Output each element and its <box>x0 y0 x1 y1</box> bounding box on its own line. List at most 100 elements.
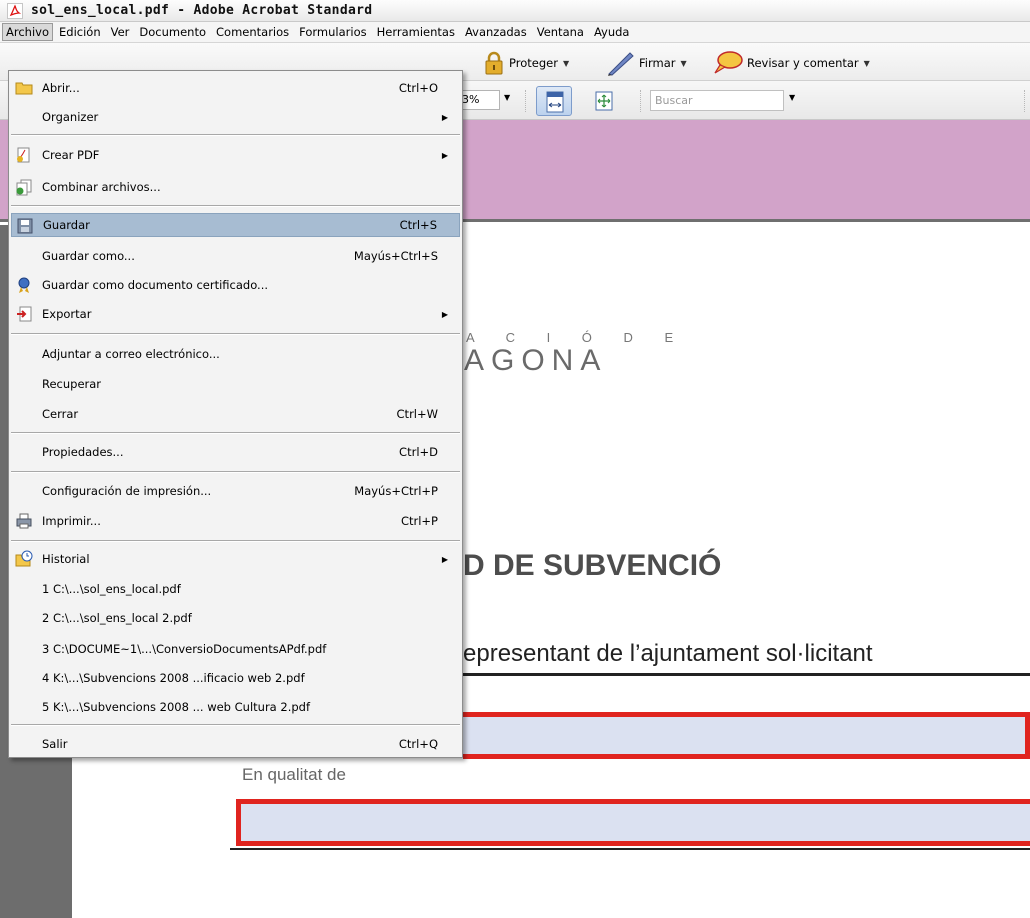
zoom-dropdown-icon[interactable]: ▼ <box>504 93 510 102</box>
menu-item-abrir[interactable]: Abrir... Ctrl+O <box>11 76 460 100</box>
menu-archivo[interactable]: Archivo <box>2 23 53 41</box>
submenu-arrow-icon: ▶ <box>441 150 448 160</box>
menu-separator <box>11 134 460 136</box>
menu-item-recent-3[interactable]: 3 C:\DOCUME~1\...\ConversioDocumentsAPdf… <box>11 637 460 661</box>
menu-separator <box>11 471 460 473</box>
acrobat-pdf-icon <box>7 2 23 19</box>
menu-item-guardar-certificado[interactable]: Guardar como documento certificado... <box>11 273 460 297</box>
fit-page-button[interactable] <box>592 89 616 113</box>
menu-formularios[interactable]: Formularios <box>295 23 370 41</box>
menu-item-cerrar[interactable]: Cerrar Ctrl+W <box>11 402 460 426</box>
menu-item-shortcut: Mayús+Ctrl+P <box>354 484 438 498</box>
menu-ayuda[interactable]: Ayuda <box>590 23 634 41</box>
certified-ribbon-icon <box>15 276 33 294</box>
menu-item-guardar[interactable]: Guardar Ctrl+S <box>11 213 460 237</box>
menu-item-adjuntar-correo[interactable]: Adjuntar a correo electrónico... <box>11 342 460 366</box>
lock-icon <box>485 51 503 75</box>
form-field-name[interactable] <box>463 712 1030 759</box>
submenu-arrow-icon: ▶ <box>441 309 448 319</box>
menu-item-label: 1 C:\...\sol_ens_local.pdf <box>42 582 181 596</box>
menu-item-label: Historial <box>42 552 90 566</box>
window-title: sol_ens_local.pdf - Adobe Acrobat Standa… <box>31 3 373 18</box>
menu-separator <box>11 205 460 207</box>
menu-item-imprimir[interactable]: Imprimir... Ctrl+P <box>11 509 460 533</box>
menu-item-shortcut: Ctrl+O <box>398 81 438 95</box>
fit-width-button[interactable] <box>536 86 572 116</box>
submenu-arrow-icon: ▶ <box>441 554 448 564</box>
comment-bubble-icon <box>714 51 743 74</box>
chevron-down-icon: ▼ <box>680 58 687 68</box>
menu-item-config-impresion[interactable]: Configuración de impresión... Mayús+Ctrl… <box>11 479 460 503</box>
zoom-input[interactable]: 3% <box>458 90 500 110</box>
menu-item-label: Cerrar <box>42 407 79 421</box>
menu-ver[interactable]: Ver <box>107 23 134 41</box>
menu-item-label: 2 C:\...\sol_ens_local 2.pdf <box>42 611 192 625</box>
menu-item-exportar[interactable]: Exportar ▶ <box>11 302 460 326</box>
menu-item-label: Salir <box>42 737 68 751</box>
export-icon <box>15 305 33 323</box>
menu-item-propiedades[interactable]: Propiedades... Ctrl+D <box>11 440 460 464</box>
doc-label-qualitat: En qualitat de <box>242 765 346 784</box>
submenu-arrow-icon: ▶ <box>441 112 448 122</box>
menu-documento[interactable]: Documento <box>135 23 210 41</box>
menu-item-label: 4 K:\...\Subvencions 2008 ...ificacio we… <box>42 671 305 685</box>
menu-item-recent-4[interactable]: 4 K:\...\Subvencions 2008 ...ificacio we… <box>11 666 460 690</box>
menu-item-label: Adjuntar a correo electrónico... <box>42 347 220 361</box>
menu-item-shortcut: Ctrl+Q <box>398 737 438 751</box>
menu-item-recent-1[interactable]: 1 C:\...\sol_ens_local.pdf <box>11 577 460 601</box>
menu-item-organizer[interactable]: Organizer ▶ <box>11 105 460 129</box>
doc-heading: D DE SUBVENCIÓ <box>463 549 722 582</box>
search-input[interactable]: Buscar <box>650 90 784 111</box>
menu-item-recent-5[interactable]: 5 K:\...\Subvencions 2008 ... web Cultur… <box>11 695 460 719</box>
toolbar-separator <box>525 90 527 112</box>
menu-item-label: Abrir... <box>42 81 80 95</box>
doc-rule <box>230 848 1030 850</box>
menu-item-combinar[interactable]: Combinar archivos... <box>11 175 460 199</box>
menu-item-shortcut: Ctrl+D <box>399 445 438 459</box>
menu-edicion[interactable]: Edición <box>55 23 105 41</box>
revisar-comentar-button[interactable]: Revisar y comentar ▼ <box>712 51 870 75</box>
menu-item-label: Guardar <box>43 218 90 232</box>
menu-ventana[interactable]: Ventana <box>533 23 588 41</box>
menu-herramientas[interactable]: Herramientas <box>373 23 459 41</box>
menu-bar: Archivo Edición Ver Documento Comentario… <box>0 22 1030 43</box>
firmar-label: Firmar <box>639 56 676 70</box>
menu-item-shortcut: Ctrl+S <box>399 218 437 232</box>
revisar-label: Revisar y comentar <box>747 56 859 70</box>
menu-item-shortcut: Ctrl+W <box>396 407 438 421</box>
menu-item-salir[interactable]: Salir Ctrl+Q <box>11 732 460 756</box>
menu-separator <box>11 724 460 726</box>
firmar-button[interactable]: Firmar ▼ <box>606 50 687 76</box>
menu-item-label: Exportar <box>42 307 92 321</box>
menu-item-label: Recuperar <box>42 377 102 391</box>
menu-item-crear-pdf[interactable]: Crear PDF ▶ <box>11 143 460 167</box>
menu-item-label: Guardar como... <box>42 249 135 263</box>
chevron-down-icon: ▼ <box>863 58 870 68</box>
form-field-qualitat[interactable] <box>236 799 1030 846</box>
menu-item-label: Crear PDF <box>42 148 100 162</box>
menu-item-label: Configuración de impresión... <box>42 484 212 498</box>
proteger-button[interactable]: Proteger ▼ <box>483 51 569 75</box>
search-dropdown-icon[interactable]: ▼ <box>789 93 795 102</box>
menu-separator <box>11 432 460 434</box>
menu-item-label: 3 C:\DOCUME~1\...\ConversioDocumentsAPdf… <box>42 642 327 656</box>
file-menu: Abrir... Ctrl+O Organizer ▶ Crear PDF ▶ … <box>8 70 463 758</box>
menu-item-shortcut: Mayús+Ctrl+S <box>353 249 438 263</box>
menu-separator <box>11 333 460 335</box>
printer-icon <box>15 512 33 530</box>
menu-comentarios[interactable]: Comentarios <box>212 23 293 41</box>
doc-text-representant: epresentant de l’ajuntament sol·licitant <box>463 640 873 667</box>
menu-item-label: 5 K:\...\Subvencions 2008 ... web Cultur… <box>42 700 310 714</box>
menu-avanzadas[interactable]: Avanzadas <box>461 23 531 41</box>
doc-logo-line1: A C I Ó D E <box>466 330 688 345</box>
proteger-label: Proteger <box>509 56 558 70</box>
pen-icon <box>608 52 634 76</box>
menu-item-recuperar[interactable]: Recuperar <box>11 372 460 396</box>
menu-item-recent-2[interactable]: 2 C:\...\sol_ens_local 2.pdf <box>11 606 460 630</box>
menu-separator <box>11 540 460 542</box>
toolbar-separator <box>1024 90 1026 112</box>
menu-item-label: Combinar archivos... <box>42 180 161 194</box>
toolbar-separator <box>640 90 642 112</box>
menu-item-historial[interactable]: Historial ▶ <box>11 547 460 571</box>
menu-item-guardar-como[interactable]: Guardar como... Mayús+Ctrl+S <box>11 244 460 268</box>
